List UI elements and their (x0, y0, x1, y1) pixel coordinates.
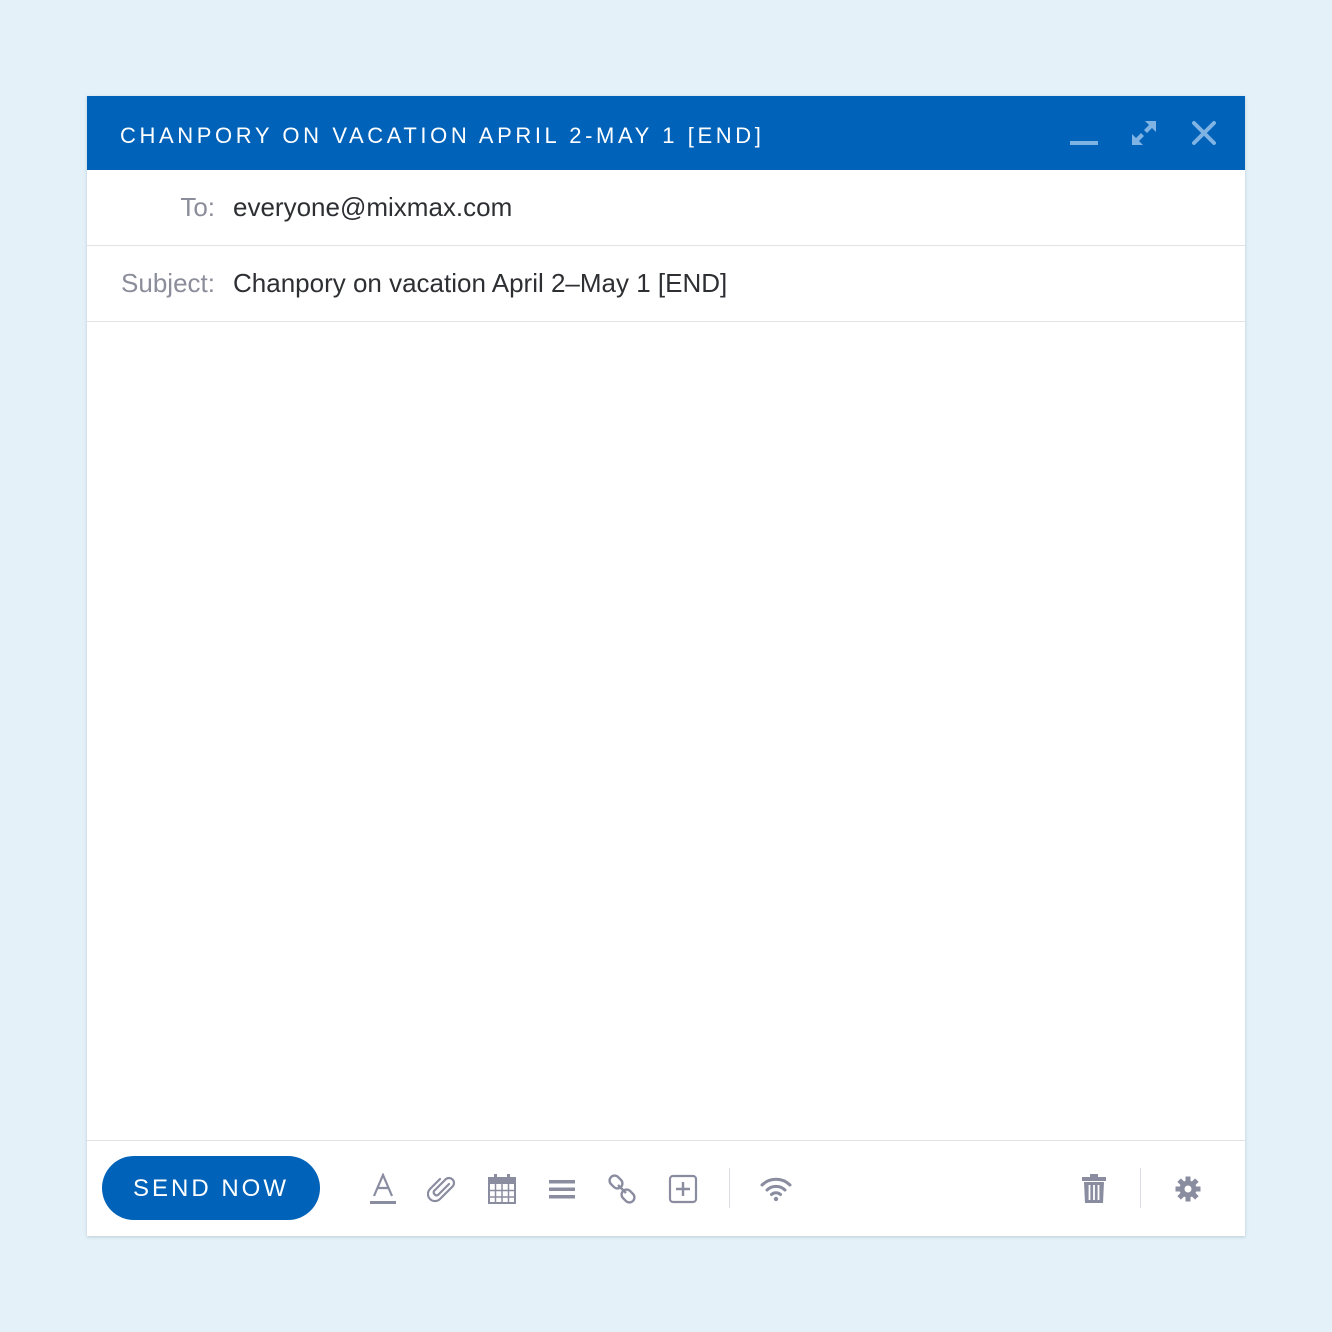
tracking-wifi-icon (760, 1177, 792, 1202)
settings-gear-icon (1175, 1176, 1201, 1202)
message-body-editor[interactable] (87, 322, 1245, 1140)
subject-row: Subject: Chanpory on vacation April 2–Ma… (87, 246, 1245, 322)
text-format-button[interactable] (363, 1169, 403, 1209)
close-icon (1192, 121, 1216, 145)
list-button[interactable] (542, 1169, 582, 1209)
link-icon (608, 1174, 636, 1204)
add-enhancement-icon (668, 1174, 698, 1204)
compose-title: CHANPORY ON VACATION APRIL 2-MAY 1 [END] (120, 123, 765, 148)
trash-icon (1082, 1174, 1106, 1203)
add-enhancement-button[interactable] (663, 1169, 703, 1209)
attachment-icon (427, 1176, 456, 1203)
link-button[interactable] (602, 1169, 642, 1209)
send-now-button[interactable]: SEND NOW (102, 1156, 320, 1220)
expand-icon (1132, 121, 1156, 145)
expand-button[interactable] (1126, 115, 1162, 151)
subject-label: Subject: (121, 268, 215, 298)
compose-titlebar: CHANPORY ON VACATION APRIL 2-MAY 1 [END] (87, 96, 1245, 170)
to-row: To: everyone@mixmax.com (87, 170, 1245, 246)
compose-toolbar: SEND NOW (87, 1140, 1245, 1237)
minimize-button[interactable] (1066, 115, 1102, 151)
to-field[interactable]: everyone@mixmax.com (233, 170, 1213, 245)
toolbar-divider-right (1140, 1168, 1141, 1208)
settings-button[interactable] (1168, 1169, 1208, 1209)
to-label: To: (180, 192, 215, 222)
calendar-icon (488, 1174, 516, 1204)
discard-button[interactable] (1074, 1169, 1114, 1209)
calendar-button[interactable] (482, 1169, 522, 1209)
close-button[interactable] (1186, 115, 1222, 151)
compose-window: CHANPORY ON VACATION APRIL 2-MAY 1 [END]… (87, 96, 1245, 1236)
list-icon (549, 1180, 575, 1199)
tracking-button[interactable] (756, 1169, 796, 1209)
minimize-icon (1070, 141, 1098, 145)
toolbar-divider (729, 1168, 730, 1208)
text-format-icon (370, 1173, 396, 1204)
attachment-button[interactable] (422, 1169, 462, 1209)
subject-field[interactable]: Chanpory on vacation April 2–May 1 [END] (233, 246, 1213, 321)
